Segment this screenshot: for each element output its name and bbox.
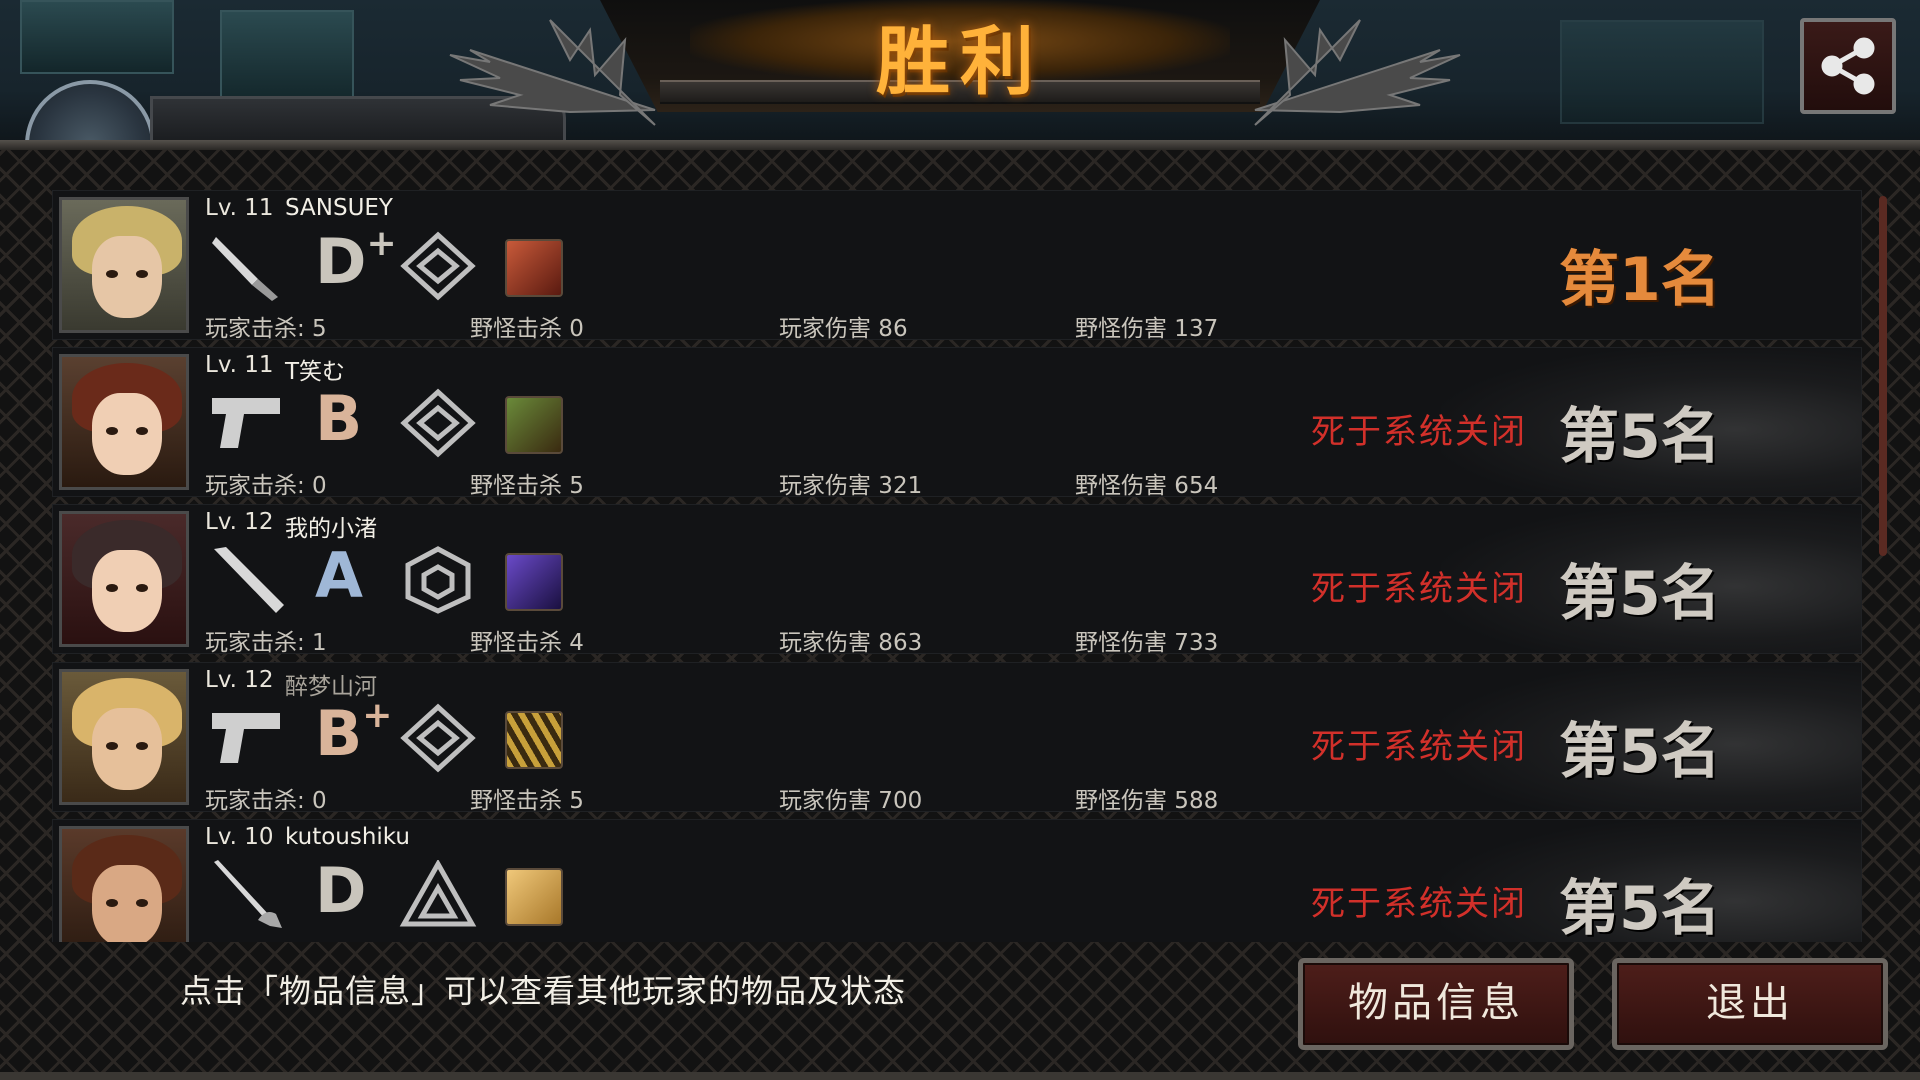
bat-icon	[214, 547, 284, 613]
placement: 第5名	[1559, 559, 1721, 629]
victory-title: 胜利	[876, 19, 1044, 105]
grade-badge: B	[315, 382, 363, 455]
player-damage: 玩家伤害 863	[779, 630, 923, 656]
player-name: 我的小渚	[285, 516, 377, 542]
monster-kills: 野怪击杀 0	[470, 316, 584, 342]
player-name: SANSUEY	[285, 195, 393, 221]
results-list[interactable]: Lv. 11 SANSUEY D+ 玩家击杀: 5 野怪击杀 0 玩家伤害 86…	[52, 190, 1862, 942]
item-icon	[505, 868, 563, 926]
list-scrollbar[interactable]	[1879, 196, 1887, 556]
player-damage: 玩家伤害 86	[779, 316, 908, 342]
monster-kills: 野怪击杀 4	[470, 630, 584, 656]
death-reason: 死于系统关闭	[1311, 727, 1527, 767]
item-icon	[505, 711, 563, 769]
player-level: Lv. 11	[205, 195, 274, 221]
player-row[interactable]: Lv. 11 SANSUEY D+ 玩家击杀: 5 野怪击杀 0 玩家伤害 86…	[52, 190, 1862, 342]
player-avatar	[59, 826, 189, 942]
item-icon	[505, 553, 563, 611]
player-name: T笑む	[285, 359, 346, 385]
monster-kills: 野怪击杀 5	[470, 788, 584, 814]
wing-emblem-right-icon	[1254, 19, 1461, 126]
placement: 第1名	[1559, 245, 1721, 315]
player-name: kutoushiku	[285, 824, 410, 850]
diamond-rank-icon	[400, 231, 476, 301]
player-kills: 玩家击杀: 5	[205, 316, 327, 342]
wing-emblem-left-icon	[449, 19, 656, 126]
player-row[interactable]: Lv. 10 kutoushiku D 死于系统关闭 第5名	[52, 819, 1862, 942]
hexagon-rank-icon	[405, 546, 471, 614]
share-button[interactable]	[1800, 18, 1896, 114]
player-level: Lv. 10	[205, 824, 274, 850]
player-avatar	[59, 197, 189, 333]
player-avatar	[59, 511, 189, 647]
monster-damage: 野怪伤害 654	[1075, 473, 1219, 499]
diamond-rank-icon	[400, 388, 476, 458]
death-reason: 死于系统关闭	[1311, 569, 1527, 609]
death-reason: 死于系统关闭	[1311, 412, 1527, 452]
item-icon	[505, 396, 563, 454]
player-kills: 玩家击杀: 0	[205, 473, 327, 499]
rapier-icon	[214, 860, 282, 928]
player-damage: 玩家伤害 321	[779, 473, 923, 499]
pistol-icon	[212, 713, 280, 763]
hint-text: 点击「物品信息」可以查看其他玩家的物品及状态	[180, 972, 907, 1010]
player-row[interactable]: Lv. 12 我的小渚 A 玩家击杀: 1 野怪击杀 4 玩家伤害 863 野怪…	[52, 504, 1862, 656]
death-reason: 死于系统关闭	[1311, 884, 1527, 924]
player-damage: 玩家伤害 700	[779, 788, 923, 814]
pistol-icon	[212, 398, 280, 448]
player-avatar	[59, 354, 189, 490]
player-level: Lv. 12	[205, 667, 274, 693]
grade-badge: A	[315, 539, 363, 612]
triangle-rank-icon	[399, 860, 477, 927]
knife-icon	[212, 237, 278, 301]
monster-damage: 野怪伤害 733	[1075, 630, 1219, 656]
player-level: Lv. 12	[205, 509, 274, 535]
player-avatar	[59, 669, 189, 805]
player-level: Lv. 11	[205, 352, 274, 378]
grade-badge: D+	[315, 223, 397, 298]
share-icon	[1821, 37, 1875, 95]
diamond-rank-icon	[400, 703, 476, 773]
monster-damage: 野怪伤害 588	[1075, 788, 1219, 814]
player-row[interactable]: Lv. 11 T笑む B 玩家击杀: 0 野怪击杀 5 玩家伤害 321 野怪伤…	[52, 347, 1862, 499]
monster-damage: 野怪伤害 137	[1075, 316, 1219, 342]
exit-button[interactable]: 退出	[1612, 958, 1888, 1050]
monster-kills: 野怪击杀 5	[470, 473, 584, 499]
grade-badge: D	[315, 854, 367, 927]
player-kills: 玩家击杀: 1	[205, 630, 327, 656]
player-row[interactable]: Lv. 12 醉梦山河 B+ 玩家击杀: 0 野怪击杀 5 玩家伤害 700 野…	[52, 662, 1862, 814]
item-info-button[interactable]: 物品信息	[1298, 958, 1574, 1050]
grade-badge: B+	[315, 695, 393, 770]
placement: 第5名	[1559, 874, 1721, 942]
placement: 第5名	[1559, 402, 1721, 472]
placement: 第5名	[1559, 717, 1721, 787]
player-kills: 玩家击杀: 0	[205, 788, 327, 814]
item-icon	[505, 239, 563, 297]
